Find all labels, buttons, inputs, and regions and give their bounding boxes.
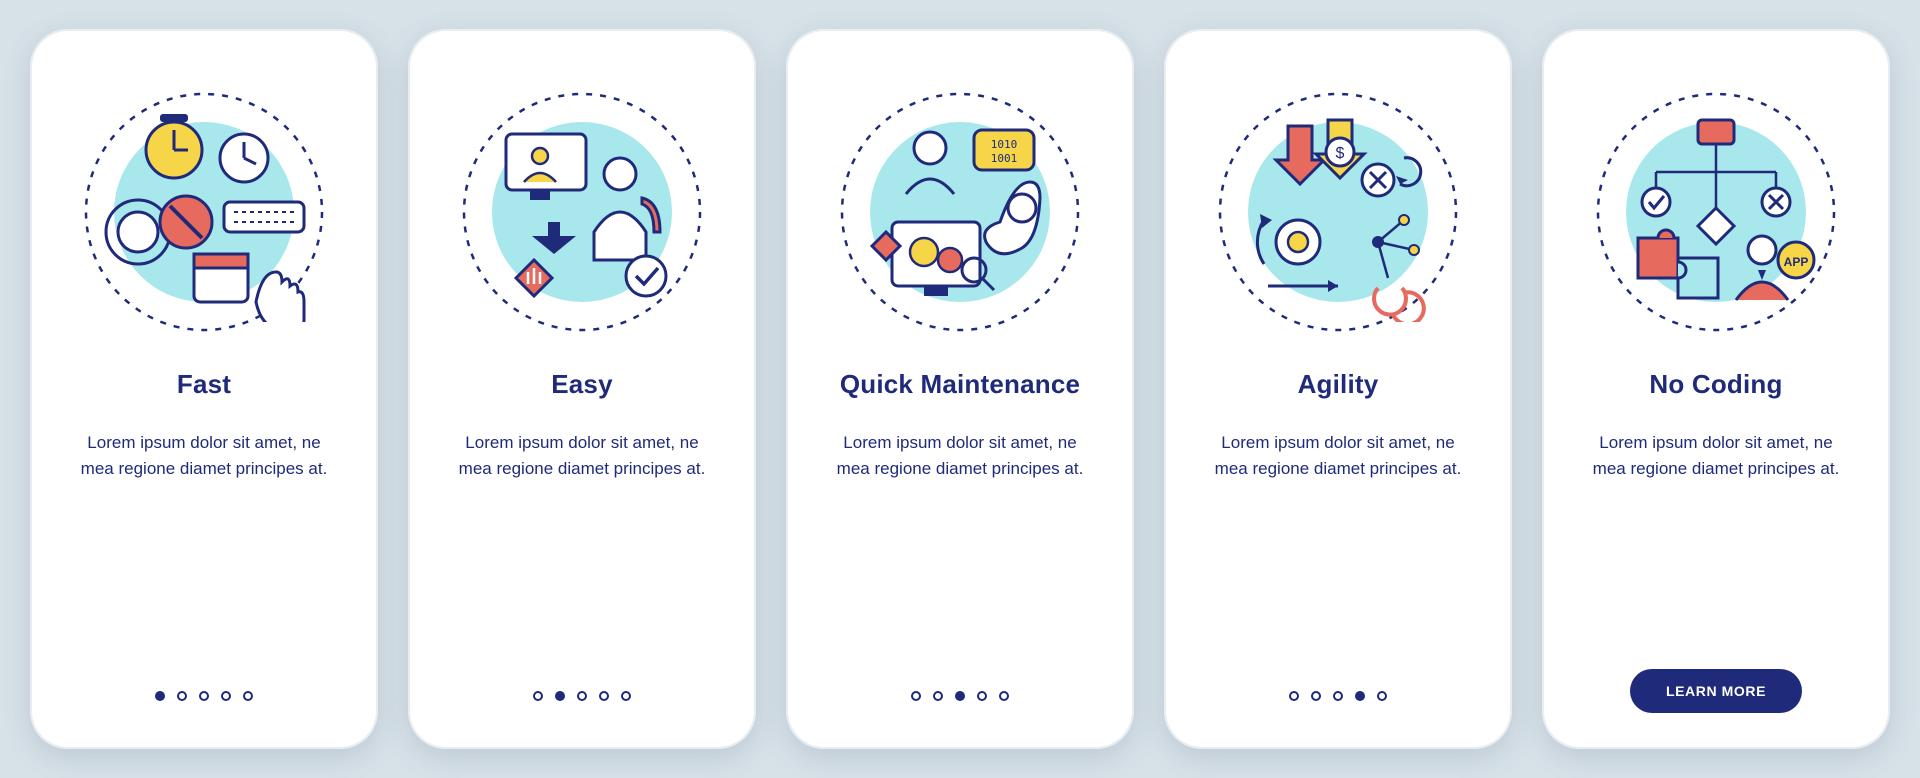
dot-1[interactable] xyxy=(155,691,165,701)
illustration-nocoding: APP xyxy=(1591,87,1841,337)
card-description: Lorem ipsum dolor sit amet, ne mea regio… xyxy=(74,430,334,483)
dot-5[interactable] xyxy=(243,691,253,701)
dot-5[interactable] xyxy=(621,691,631,701)
onboarding-card-agility: $ Agility Lorem ipsum dolor sit amet, ne… xyxy=(1164,29,1512,749)
card-title: Easy xyxy=(551,369,613,400)
dot-4[interactable] xyxy=(1355,691,1365,701)
illustration-easy xyxy=(457,87,707,337)
fast-glyphs-icon xyxy=(94,102,314,322)
onboarding-card-fast: Fast Lorem ipsum dolor sit amet, ne mea … xyxy=(30,29,378,749)
agility-glyphs-icon: $ xyxy=(1228,102,1448,322)
dot-4[interactable] xyxy=(599,691,609,701)
card-description: Lorem ipsum dolor sit amet, ne mea regio… xyxy=(830,430,1090,483)
onboarding-card-nocoding: APP No Coding Lorem ipsum dolor sit amet… xyxy=(1542,29,1890,749)
dot-3[interactable] xyxy=(955,691,965,701)
page-dots xyxy=(786,691,1134,701)
svg-text:1001: 1001 xyxy=(991,152,1018,165)
illustration-agility: $ xyxy=(1213,87,1463,337)
card-title: Fast xyxy=(177,369,231,400)
svg-text:$: $ xyxy=(1336,145,1345,162)
card-title: Agility xyxy=(1298,369,1379,400)
page-dots xyxy=(30,691,378,701)
dot-1[interactable] xyxy=(911,691,921,701)
svg-text:APP: APP xyxy=(1784,255,1809,269)
card-description: Lorem ipsum dolor sit amet, ne mea regio… xyxy=(1208,430,1468,483)
card-description: Lorem ipsum dolor sit amet, ne mea regio… xyxy=(452,430,712,483)
page-dots xyxy=(408,691,756,701)
illustration-fast xyxy=(79,87,329,337)
svg-text:1010: 1010 xyxy=(991,138,1018,151)
dot-5[interactable] xyxy=(999,691,1009,701)
dot-2[interactable] xyxy=(1311,691,1321,701)
dot-2[interactable] xyxy=(933,691,943,701)
onboarding-card-easy: Easy Lorem ipsum dolor sit amet, ne mea … xyxy=(408,29,756,749)
dot-3[interactable] xyxy=(1333,691,1343,701)
dot-3[interactable] xyxy=(199,691,209,701)
easy-glyphs-icon xyxy=(472,102,692,322)
nocoding-glyphs-icon: APP xyxy=(1606,102,1826,322)
dot-5[interactable] xyxy=(1377,691,1387,701)
dot-4[interactable] xyxy=(977,691,987,701)
dot-1[interactable] xyxy=(1289,691,1299,701)
card-title: Quick Maintenance xyxy=(840,369,1080,400)
maintenance-glyphs-icon: 1010 1001 xyxy=(850,102,1070,322)
page-dots xyxy=(1164,691,1512,701)
dot-2[interactable] xyxy=(555,691,565,701)
card-description: Lorem ipsum dolor sit amet, ne mea regio… xyxy=(1586,430,1846,483)
dot-2[interactable] xyxy=(177,691,187,701)
dot-3[interactable] xyxy=(577,691,587,701)
dot-4[interactable] xyxy=(221,691,231,701)
dot-1[interactable] xyxy=(533,691,543,701)
card-title: No Coding xyxy=(1649,369,1782,400)
illustration-maintenance: 1010 1001 xyxy=(835,87,1085,337)
onboarding-card-maintenance: 1010 1001 Quick Maintenance Lorem ipsum … xyxy=(786,29,1134,749)
learn-more-button[interactable]: LEARN MORE xyxy=(1630,669,1802,713)
